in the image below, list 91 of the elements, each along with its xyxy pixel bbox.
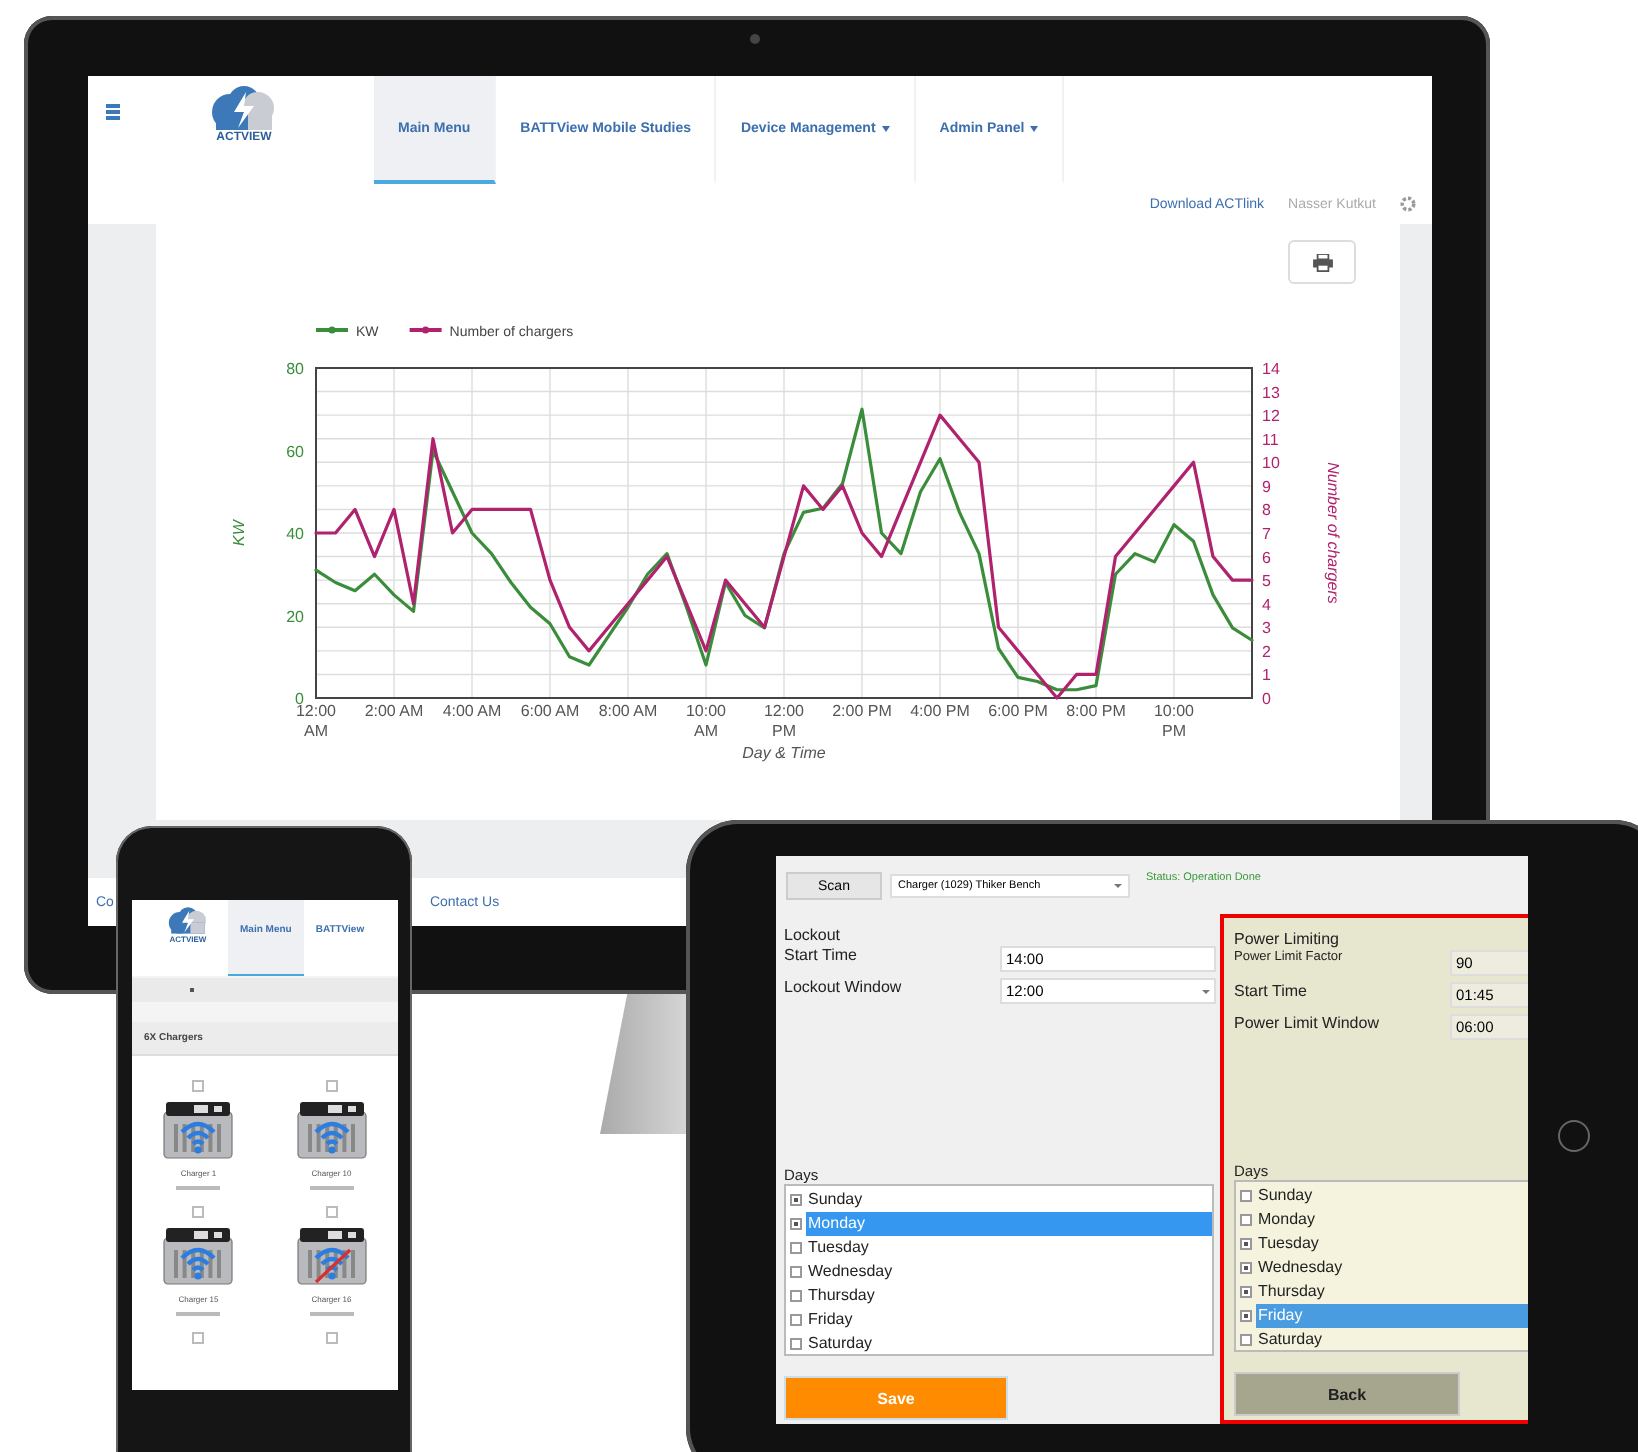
axis-tick-label: 12:00 PM — [763, 702, 805, 740]
panel-title: Lockout — [784, 926, 843, 946]
axis-tick-label: 20 — [286, 607, 304, 626]
checkbox[interactable] — [192, 1332, 205, 1344]
axis-tick-label: 6 — [1262, 548, 1271, 567]
home-button[interactable] — [1558, 1120, 1590, 1152]
checkbox[interactable] — [790, 1242, 802, 1254]
axis-tick-label: 10:00 AM — [685, 702, 727, 740]
axis-tick-label: 8:00 PM — [1066, 702, 1126, 720]
axis-tick-label: 2 — [1262, 642, 1271, 661]
day-item[interactable]: Tuesday — [1256, 1232, 1528, 1256]
day-item[interactable]: Sunday — [1256, 1184, 1528, 1208]
checkbox[interactable] — [1240, 1262, 1252, 1274]
axis-tick-label: 12:00 AM — [295, 702, 337, 740]
field-label: Start Time — [784, 946, 859, 964]
axis-tick-label: 6:00 PM — [988, 702, 1048, 720]
axis-tick-label: 5 — [1262, 572, 1271, 591]
day-item[interactable]: Monday — [1256, 1208, 1528, 1232]
back-button[interactable]: Back — [1234, 1372, 1460, 1416]
checkbox[interactable] — [1240, 1190, 1252, 1202]
serial-line — [309, 1312, 354, 1316]
day-item[interactable]: Thursday — [806, 1284, 1212, 1308]
axis-tick-label: 1 — [1262, 666, 1271, 685]
checkbox[interactable] — [192, 1080, 205, 1092]
settings-icon[interactable] — [1400, 196, 1416, 212]
menu-icon[interactable] — [106, 104, 120, 119]
axis-tick-label: 10 — [1262, 454, 1280, 473]
checkbox[interactable] — [192, 1206, 205, 1218]
serial-line — [176, 1312, 221, 1316]
field-label: Power Limit Window — [1234, 1014, 1381, 1032]
day-item[interactable]: Wednesday — [806, 1260, 1212, 1284]
day-item[interactable]: Sunday — [806, 1188, 1212, 1212]
checkbox[interactable] — [790, 1218, 802, 1230]
caret-icon — [1114, 884, 1122, 888]
day-item[interactable]: Friday — [806, 1308, 1212, 1332]
axis-tick-label: 8:00 AM — [598, 702, 658, 720]
legend-marker — [316, 326, 348, 334]
axis-title: KW — [230, 520, 248, 546]
axis-tick-label: 6:00 AM — [520, 702, 580, 720]
axis-title: Day & Time — [742, 744, 826, 762]
checkbox[interactable] — [1240, 1214, 1252, 1226]
checkbox[interactable] — [1240, 1310, 1252, 1322]
axis-tick-label: 2:00 PM — [832, 702, 892, 720]
day-item[interactable]: Saturday — [1256, 1328, 1528, 1352]
checkbox[interactable] — [325, 1206, 338, 1218]
axis-tick-label: 80 — [286, 360, 304, 378]
checkbox[interactable] — [790, 1266, 802, 1278]
axis-tick-label: 9 — [1262, 477, 1271, 496]
day-item[interactable]: Thursday — [1256, 1280, 1528, 1304]
caret-icon — [1202, 989, 1210, 993]
caret-icon — [881, 125, 890, 131]
checkbox[interactable] — [325, 1080, 338, 1092]
cloud-logo-icon — [164, 906, 212, 935]
axis-tick-label: 60 — [286, 442, 304, 461]
axis-tick-label: 12 — [1262, 407, 1280, 426]
axis-tick-label: 40 — [286, 525, 304, 543]
checkbox[interactable] — [325, 1332, 338, 1344]
axis-tick-label: 10:00 PM — [1153, 702, 1195, 740]
axis-tick-label: 4:00 PM — [910, 702, 970, 720]
print-button[interactable] — [1288, 240, 1356, 284]
printer-icon — [1311, 253, 1333, 271]
axis-tick-label: 0 — [1262, 690, 1271, 708]
axis-tick-label: 3 — [1262, 619, 1271, 638]
checkbox[interactable] — [1240, 1334, 1252, 1346]
checkbox[interactable] — [790, 1314, 802, 1326]
caret-icon — [1030, 125, 1039, 131]
axis-tick-label: 0 — [295, 690, 304, 708]
day-item[interactable]: Tuesday — [806, 1236, 1212, 1260]
axis-tick-label: 4:00 AM — [442, 702, 502, 720]
checkbox[interactable] — [790, 1290, 802, 1302]
axis-tick-label: 4 — [1262, 595, 1271, 614]
legend-marker — [409, 326, 442, 334]
axis-title: Number of chargers — [1324, 462, 1342, 604]
axis-tick-label: 8 — [1262, 501, 1271, 520]
checkbox[interactable] — [790, 1338, 802, 1350]
field-label: Lockout Window — [784, 978, 904, 996]
axis-tick-label: 11 — [1262, 430, 1279, 449]
serial-line — [176, 1186, 221, 1190]
day-item[interactable]: Saturday — [806, 1332, 1212, 1356]
axis-tick-label: 13 — [1262, 383, 1280, 402]
camera-icon — [750, 34, 760, 44]
axis-tick-label: 14 — [1262, 360, 1280, 378]
checkbox[interactable] — [1240, 1286, 1252, 1298]
day-item[interactable]: Wednesday — [1256, 1256, 1528, 1280]
serial-line — [309, 1186, 354, 1190]
field-label: Start Time — [1234, 982, 1309, 1000]
axis-tick-label: 7 — [1262, 525, 1271, 543]
checkbox[interactable] — [790, 1194, 802, 1206]
panel-title: Power Limiting — [1234, 930, 1341, 950]
checkbox[interactable] — [1240, 1238, 1252, 1250]
axis-tick-label: 2:00 AM — [364, 702, 424, 720]
